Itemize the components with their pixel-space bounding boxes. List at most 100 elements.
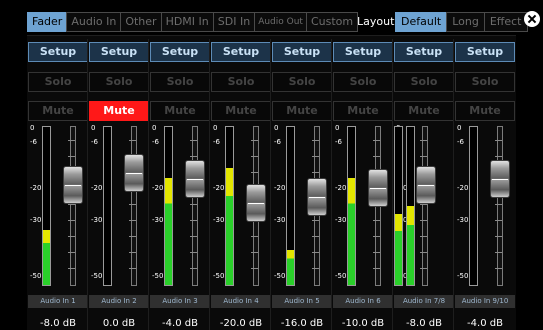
setup-button[interactable]: Setup — [394, 42, 454, 62]
solo-button[interactable]: Solo — [455, 72, 515, 92]
tab-custom[interactable]: Custom — [305, 12, 359, 32]
fader-knob[interactable] — [63, 166, 83, 204]
channel-name: Audio In 7/8 — [394, 295, 454, 308]
level-meter — [469, 126, 478, 286]
mute-button[interactable]: Mute — [28, 101, 88, 121]
fader-tick — [251, 156, 258, 157]
fader-knob[interactable] — [124, 154, 144, 192]
fader-tick — [312, 236, 319, 237]
mute-button[interactable]: Mute — [211, 101, 271, 121]
level-meter — [42, 126, 51, 286]
solo-button[interactable]: Solo — [211, 72, 271, 92]
mute-button[interactable]: Mute — [333, 101, 393, 121]
mute-button[interactable]: Mute — [150, 101, 210, 121]
fader-knob[interactable] — [246, 184, 266, 222]
fader-track[interactable] — [70, 126, 76, 286]
meter-area: 0-6-20-30-50 — [455, 124, 515, 288]
mute-button[interactable]: Mute — [455, 101, 515, 121]
level-meter — [103, 126, 112, 286]
tab-audio-out[interactable]: Audio Out — [254, 12, 306, 32]
solo-button[interactable]: Solo — [89, 72, 149, 92]
fader-tick — [312, 252, 319, 253]
scale-label: -20 — [274, 184, 286, 192]
fader-tick — [495, 204, 502, 205]
fader-knob[interactable] — [185, 160, 205, 198]
fader-track[interactable] — [192, 126, 198, 286]
fader-tick — [373, 252, 380, 253]
channel-db-value: 0.0 dB — [102, 318, 136, 329]
solo-button[interactable]: Solo — [150, 72, 210, 92]
channel-db-value: -16.0 dB — [280, 318, 324, 329]
meter-area: 0-6-20-30-50 — [394, 124, 454, 288]
scale-label: -50 — [457, 272, 469, 280]
setup-button[interactable]: Setup — [28, 42, 88, 62]
fader-tick — [312, 172, 319, 173]
level-meter-fill — [348, 177, 355, 285]
meter-area: 0-6-20-30-50 — [89, 124, 149, 288]
solo-button[interactable]: Solo — [333, 72, 393, 92]
layout-tab-default[interactable]: Default — [395, 12, 447, 32]
fader-tick — [251, 140, 258, 141]
mute-button[interactable]: Mute — [89, 101, 149, 121]
fader-tick — [312, 140, 319, 141]
fader-tick — [129, 204, 136, 205]
fader-tick — [68, 220, 75, 221]
fader-tick — [373, 140, 380, 141]
fader-knob[interactable] — [416, 166, 436, 204]
layout-tab-effect[interactable]: Effect — [483, 12, 528, 32]
channel-name: Audio In 5 — [272, 295, 332, 308]
setup-button[interactable]: Setup — [455, 42, 515, 62]
scale-label: -30 — [213, 216, 225, 224]
fader-tick — [373, 236, 380, 237]
setup-button[interactable]: Setup — [150, 42, 210, 62]
channel-strip: Setup Solo Mute 0 -6 -20 -30 -50 Audio In 2 0.0 d… — [87, 36, 150, 330]
setup-button[interactable]: Setup — [333, 42, 393, 62]
mixer-panel: Setup Solo Mute 0 -6 -20 -30 -50 Audio In 1 -8.0 … — [27, 35, 516, 330]
setup-button[interactable]: Setup — [272, 42, 332, 62]
fader-tick — [312, 220, 319, 221]
fader-tick — [495, 268, 502, 269]
fader-tick — [312, 156, 319, 157]
fader-tick — [129, 252, 136, 253]
solo-button[interactable]: Solo — [28, 72, 88, 92]
fader-knob[interactable] — [368, 169, 388, 207]
meter-area: 0-6-20-30-50 — [28, 124, 88, 288]
fader-knob[interactable] — [490, 160, 510, 198]
tab-hdmi-in[interactable]: HDMI In — [160, 12, 213, 32]
fader-tick — [420, 268, 427, 269]
scale-label: -50 — [335, 272, 347, 280]
level-meter-fill — [407, 206, 414, 285]
fader-tick — [420, 236, 427, 237]
scale-label: -30 — [274, 216, 286, 224]
fader-tick — [68, 204, 75, 205]
level-meter — [164, 126, 173, 286]
layout-tab-long[interactable]: Long — [446, 12, 484, 32]
scale-label: -30 — [91, 216, 103, 224]
fader-tick — [190, 252, 197, 253]
tab-sdi-in[interactable]: SDI In — [212, 12, 255, 32]
channel-name: Audio In 9/10 — [455, 295, 515, 308]
scale-label: 0 — [335, 124, 340, 132]
meter-area: 0-6-20-30-50 — [150, 124, 210, 288]
fader-tick — [251, 268, 258, 269]
fader-track[interactable] — [497, 126, 503, 286]
setup-button[interactable]: Setup — [211, 42, 271, 62]
channel-name: Audio In 1 — [28, 295, 88, 308]
tab-fader[interactable]: Fader — [27, 12, 67, 32]
channel-strip: Setup Solo Mute 0 -6 -20 -30 -50 Audio In 1 -8.0 … — [27, 36, 89, 330]
source-tab-bar: Fader Audio In Other HDMI In SDI In Audio Out… — [27, 12, 359, 32]
tab-audio-in[interactable]: Audio In — [66, 12, 121, 32]
mute-button[interactable]: Mute — [272, 101, 332, 121]
setup-button[interactable]: Setup — [89, 42, 149, 62]
fader-tick — [495, 252, 502, 253]
fader-track[interactable] — [422, 126, 428, 286]
close-icon[interactable] — [524, 11, 540, 27]
solo-button[interactable]: Solo — [394, 72, 454, 92]
scale-label: -6 — [335, 138, 342, 146]
fader-tick — [420, 220, 427, 221]
fader-track[interactable] — [131, 126, 137, 286]
solo-button[interactable]: Solo — [272, 72, 332, 92]
tab-other[interactable]: Other — [120, 12, 161, 32]
mute-button[interactable]: Mute — [394, 101, 454, 121]
fader-knob[interactable] — [307, 178, 327, 216]
